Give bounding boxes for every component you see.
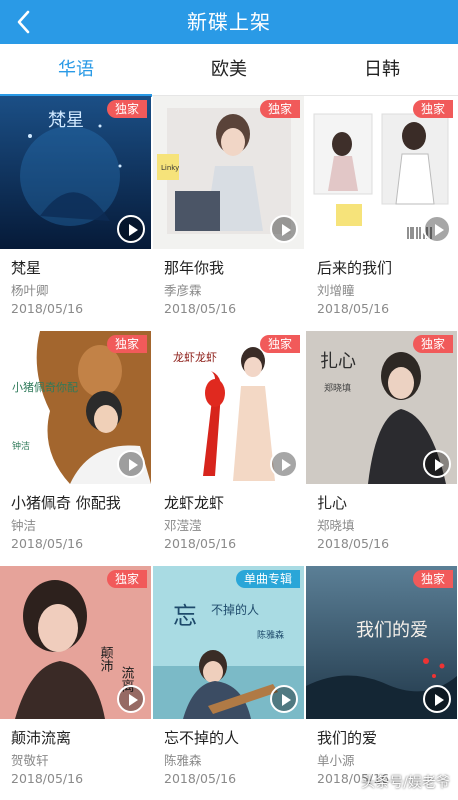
release-date: 2018/05/16 bbox=[317, 536, 390, 551]
cover-title-text: 梵星 bbox=[48, 110, 84, 131]
tab-chinese[interactable]: 华语 bbox=[0, 44, 152, 97]
album-artist[interactable]: 郑晓填 bbox=[317, 515, 355, 534]
play-button[interactable] bbox=[117, 450, 145, 478]
album-name[interactable]: 龙虾龙虾 bbox=[164, 492, 224, 513]
cover-title-text: 小猪佩奇你配 bbox=[12, 380, 78, 394]
album-card[interactable]: 我们的爱 独家 我们的爱 单小源 2018/05/16 bbox=[306, 566, 457, 799]
exclusive-badge: 独家 bbox=[412, 335, 453, 353]
album-cover[interactable]: 扎心 郑晓填 独家 bbox=[306, 331, 457, 484]
release-date: 2018/05/16 bbox=[164, 536, 237, 551]
album-card[interactable]: 梵星 独家 梵星 杨叶卿 2018/05/16 bbox=[0, 96, 151, 329]
album-cover[interactable]: 小猪佩奇你配 钟洁 独家 bbox=[0, 331, 151, 484]
album-card[interactable]: 龙虾龙虾 独家 龙虾龙虾 邓滢滢 2018/05/16 bbox=[153, 331, 304, 564]
album-cover[interactable]: Linky 独家 bbox=[153, 96, 304, 249]
exclusive-badge: 独家 bbox=[106, 100, 147, 118]
album-name[interactable]: 我们的爱 bbox=[317, 727, 377, 748]
cover-title-line: 小猪佩奇你配 bbox=[12, 380, 78, 394]
album-artist[interactable]: 刘增瞳 bbox=[317, 280, 355, 299]
album-artist[interactable]: 邓滢滢 bbox=[164, 515, 202, 534]
cover-artist-text: 钟洁 bbox=[12, 440, 30, 452]
release-date: 2018/05/16 bbox=[164, 301, 237, 316]
album-artist[interactable]: 单小源 bbox=[317, 750, 355, 769]
exclusive-badge: 独家 bbox=[106, 335, 147, 353]
album-card[interactable]: 扎心 郑晓填 独家 扎心 郑晓填 2018/05/16 bbox=[306, 331, 457, 564]
cover-title-text: 忘 bbox=[173, 602, 197, 630]
tab-western[interactable]: 欧美 bbox=[153, 44, 305, 96]
album-cover[interactable]: 忘 不掉的人 陈雅森 单曲专辑 bbox=[153, 566, 304, 719]
play-button[interactable] bbox=[270, 450, 298, 478]
album-artist[interactable]: 季彦霖 bbox=[164, 280, 202, 299]
album-artist[interactable]: 贺敬轩 bbox=[11, 750, 49, 769]
album-cover[interactable]: 龙虾龙虾 独家 bbox=[153, 331, 304, 484]
play-button[interactable] bbox=[423, 685, 451, 713]
album-card[interactable]: 忘 不掉的人 陈雅森 单曲专辑 忘不掉的人 陈雅森 2018/05/16 bbox=[153, 566, 304, 799]
cover-title-text: 我们的爱 bbox=[356, 620, 428, 641]
cover-title-text: 龙虾龙虾 bbox=[173, 351, 217, 364]
album-cover[interactable]: 独家 bbox=[306, 96, 457, 249]
album-cover[interactable]: 颠沛 流离 独家 bbox=[0, 566, 151, 719]
exclusive-badge: 独家 bbox=[259, 100, 300, 118]
release-date: 2018/05/16 bbox=[11, 771, 84, 786]
exclusive-badge: 独家 bbox=[412, 100, 453, 118]
release-date: 2018/05/16 bbox=[11, 301, 84, 316]
tab-japan-korea[interactable]: 日韩 bbox=[306, 44, 458, 96]
album-name[interactable]: 小猪佩奇 你配我 bbox=[11, 492, 121, 513]
play-button[interactable] bbox=[117, 685, 145, 713]
cover-artist-text: 陈雅森 bbox=[257, 629, 284, 641]
album-cover[interactable]: 我们的爱 独家 bbox=[306, 566, 457, 719]
release-date: 2018/05/16 bbox=[11, 536, 84, 551]
cover-title-text: 颠沛 bbox=[98, 646, 114, 672]
release-date: 2018/05/16 bbox=[164, 771, 237, 786]
album-artist[interactable]: 陈雅森 bbox=[164, 750, 202, 769]
album-card[interactable]: 独家 后来的我们 刘增瞳 2018/05/16 bbox=[306, 96, 457, 329]
exclusive-badge: 独家 bbox=[259, 335, 300, 353]
watermark-text: 头条号/娱老爷 bbox=[361, 775, 450, 791]
play-button[interactable] bbox=[117, 215, 145, 243]
album-artist[interactable]: 钟洁 bbox=[11, 515, 36, 534]
album-name[interactable]: 后来的我们 bbox=[317, 257, 392, 278]
play-button[interactable] bbox=[423, 450, 451, 478]
cover-title-text: 不掉的人 bbox=[211, 602, 259, 617]
album-card[interactable]: 颠沛 流离 独家 颠沛流离 贺敬轩 2018/05/16 bbox=[0, 566, 151, 799]
play-button[interactable] bbox=[270, 215, 298, 243]
cover-label-text: Linky bbox=[161, 164, 179, 172]
album-name[interactable]: 颠沛流离 bbox=[11, 727, 71, 748]
page-title: 新碟上架 bbox=[187, 10, 271, 34]
album-card[interactable]: 小猪佩奇你配 钟洁 独家 小猪佩奇 你配我 钟洁 2018/05/16 bbox=[0, 331, 151, 564]
top-nav-bar: 新碟上架 bbox=[0, 0, 458, 44]
album-artist[interactable]: 杨叶卿 bbox=[11, 280, 49, 299]
release-date: 2018/05/16 bbox=[317, 301, 390, 316]
album-name[interactable]: 忘不掉的人 bbox=[164, 727, 239, 748]
play-button[interactable] bbox=[270, 685, 298, 713]
album-cover[interactable]: 梵星 独家 bbox=[0, 96, 151, 249]
region-tabs: 华语 欧美 日韩 bbox=[0, 44, 458, 97]
album-card[interactable]: Linky 独家 那年你我 季彦霖 2018/05/16 bbox=[153, 96, 304, 329]
album-name[interactable]: 扎心 bbox=[317, 492, 347, 513]
album-name[interactable]: 梵星 bbox=[11, 257, 41, 278]
exclusive-badge: 独家 bbox=[106, 570, 147, 588]
exclusive-badge: 独家 bbox=[412, 570, 453, 588]
single-album-badge: 单曲专辑 bbox=[235, 570, 300, 588]
cover-artist-text: 郑晓填 bbox=[324, 382, 351, 394]
play-button[interactable] bbox=[423, 215, 451, 243]
cover-title-text: 扎心 bbox=[320, 351, 356, 372]
album-name[interactable]: 那年你我 bbox=[164, 257, 224, 278]
